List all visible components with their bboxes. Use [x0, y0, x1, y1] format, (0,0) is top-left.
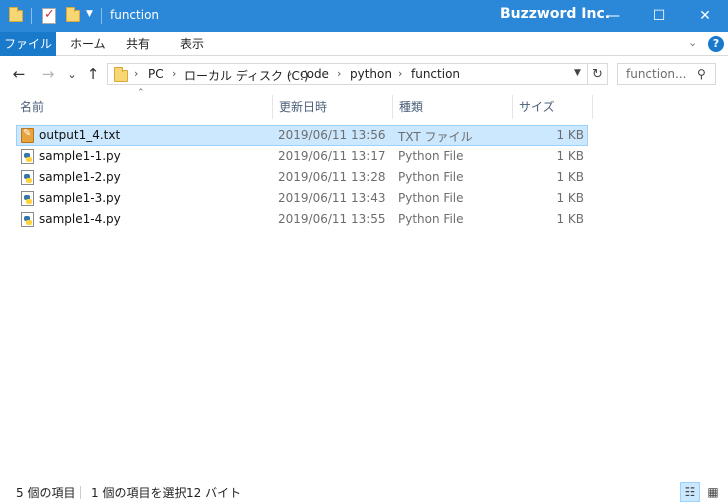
file-name: sample1-4.py	[39, 212, 121, 226]
breadcrumb-code[interactable]: code	[300, 67, 329, 81]
status-divider	[80, 486, 81, 499]
large-icons-view-button[interactable]: ▦	[703, 482, 723, 502]
address-dropdown-icon[interactable]: ▼	[574, 68, 581, 78]
refresh-button[interactable]: ↻	[588, 63, 608, 85]
file-name: output1_4.txt	[39, 128, 121, 142]
python-file-icon	[21, 212, 34, 227]
selection-size: 12 バイト	[186, 486, 242, 500]
python-file-icon	[21, 149, 34, 164]
file-name: sample1-3.py	[39, 191, 121, 205]
breadcrumb-separator[interactable]: ›	[134, 67, 138, 80]
up-button[interactable]: ↑	[83, 64, 103, 84]
maximize-button[interactable]: ☐	[636, 0, 682, 32]
breadcrumb-function[interactable]: function	[411, 67, 460, 81]
column-header-name[interactable]: 名前	[14, 95, 273, 119]
breadcrumb-separator[interactable]: ›	[398, 67, 402, 80]
text-file-icon	[21, 128, 34, 143]
selection-count: 1 個の項目を選択	[91, 486, 187, 500]
file-date: 2019/06/11 13:43	[278, 191, 386, 205]
tab-view[interactable]: 表示	[168, 32, 216, 56]
breadcrumb-pc[interactable]: PC	[148, 67, 164, 81]
file-size: 1 KB	[556, 191, 584, 205]
new-folder-icon[interactable]	[66, 6, 80, 26]
tab-home[interactable]: ホーム	[58, 32, 118, 56]
python-file-icon	[21, 191, 34, 206]
breadcrumb-separator[interactable]: ›	[288, 67, 292, 80]
file-row[interactable]: output1_4.txt 2019/06/11 13:56 TXT ファイル …	[16, 125, 588, 146]
tab-share[interactable]: 共有	[114, 32, 162, 56]
column-header-size[interactable]: サイズ	[513, 95, 593, 119]
file-type: TXT ファイル	[398, 130, 473, 144]
properties-icon[interactable]	[42, 6, 56, 26]
file-row[interactable]: sample1-1.py 2019/06/11 13:17 Python Fil…	[16, 146, 588, 167]
item-count: 5 個の項目	[16, 486, 76, 500]
column-header-date[interactable]: 更新日時	[273, 95, 393, 119]
search-box[interactable]: function... ⚲	[617, 63, 716, 85]
breadcrumb-python[interactable]: python	[350, 67, 392, 81]
file-type: Python File	[398, 170, 464, 184]
breadcrumb-separator[interactable]: ›	[172, 67, 176, 80]
search-input[interactable]: function...	[626, 67, 686, 81]
tab-file[interactable]: ファイル	[0, 32, 56, 56]
file-type: Python File	[398, 149, 464, 163]
navigation-bar: ← → ⌄ ↑ › PC › ローカル ディスク (C:) › code › p…	[0, 57, 728, 91]
file-name: sample1-2.py	[39, 170, 121, 184]
file-name: sample1-1.py	[39, 149, 121, 163]
quick-access-divider	[31, 8, 32, 24]
address-bar[interactable]: › PC › ローカル ディスク (C:) › code › python › …	[107, 63, 588, 85]
title-divider	[101, 8, 102, 24]
quick-access-dropdown-icon[interactable]: ▼	[86, 9, 93, 19]
python-file-icon	[21, 170, 34, 185]
file-size: 1 KB	[556, 170, 584, 184]
breadcrumb-separator[interactable]: ›	[337, 67, 341, 80]
file-row[interactable]: sample1-3.py 2019/06/11 13:43 Python Fil…	[16, 188, 588, 209]
file-size: 1 KB	[556, 212, 584, 226]
help-icon[interactable]: ?	[708, 36, 724, 52]
file-row[interactable]: sample1-4.py 2019/06/11 13:55 Python Fil…	[16, 209, 588, 230]
file-date: 2019/06/11 13:17	[278, 149, 386, 163]
window-title: function	[110, 8, 160, 22]
forward-button[interactable]: →	[38, 64, 58, 84]
file-size: 1 KB	[556, 149, 584, 163]
back-button[interactable]: ←	[9, 64, 29, 84]
title-bar: ▼ function Buzzword Inc. — ☐ ✕	[0, 0, 728, 32]
file-date: 2019/06/11 13:55	[278, 212, 386, 226]
ribbon-expand-icon[interactable]: ⌄	[688, 36, 697, 49]
ribbon-tabs: ファイル ホーム 共有 表示 ⌄ ?	[0, 32, 728, 56]
search-icon[interactable]: ⚲	[697, 67, 706, 81]
details-view-button[interactable]: ☷	[680, 482, 700, 502]
recent-locations-button[interactable]: ⌄	[62, 64, 82, 84]
file-type: Python File	[398, 212, 464, 226]
file-date: 2019/06/11 13:28	[278, 170, 386, 184]
close-button[interactable]: ✕	[682, 0, 728, 32]
column-header-type[interactable]: 種類	[393, 95, 513, 119]
file-size: 1 KB	[556, 128, 584, 142]
file-type: Python File	[398, 191, 464, 205]
minimize-button[interactable]: —	[590, 0, 636, 32]
folder-icon	[9, 6, 23, 26]
file-row[interactable]: sample1-2.py 2019/06/11 13:28 Python Fil…	[16, 167, 588, 188]
folder-icon	[114, 67, 128, 82]
file-date: 2019/06/11 13:56	[278, 128, 386, 142]
status-bar: 5 個の項目 1 個の項目を選択 12 バイト ☷ ▦	[0, 480, 728, 504]
